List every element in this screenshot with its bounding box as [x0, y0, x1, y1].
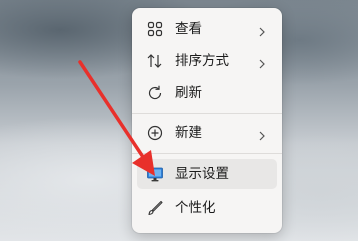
brush-icon [146, 199, 164, 217]
menu-item-label: 查看 [175, 21, 202, 37]
menu-item-label: 排序方式 [175, 53, 229, 69]
menu-item-label: 显示设置 [175, 166, 229, 182]
menu-item-sort-by[interactable]: 排序方式 [137, 46, 277, 76]
menu-separator [132, 113, 282, 114]
menu-item-refresh[interactable]: 刷新 [137, 78, 277, 108]
menu-item-personalize[interactable]: 个性化 [137, 193, 277, 223]
refresh-icon [146, 84, 164, 102]
menu-item-new[interactable]: 新建 [137, 118, 277, 148]
menu-item-display-settings[interactable]: 显示设置 [137, 159, 277, 189]
grid-icon [146, 20, 164, 38]
menu-item-label: 个性化 [175, 200, 216, 216]
desktop-context-menu: 查看 排序方式 刷新 新建 显示设置 个性化 [132, 8, 282, 233]
chevron-right-icon [257, 23, 267, 37]
menu-item-view[interactable]: 查看 [137, 14, 277, 44]
menu-item-label: 新建 [175, 125, 202, 141]
sort-arrows-icon [146, 52, 164, 70]
chevron-right-icon [257, 55, 267, 69]
menu-item-label: 刷新 [175, 85, 202, 101]
chevron-right-icon [257, 127, 267, 141]
menu-separator [132, 153, 282, 154]
display-settings-icon [146, 165, 164, 183]
new-plus-icon [146, 124, 164, 142]
